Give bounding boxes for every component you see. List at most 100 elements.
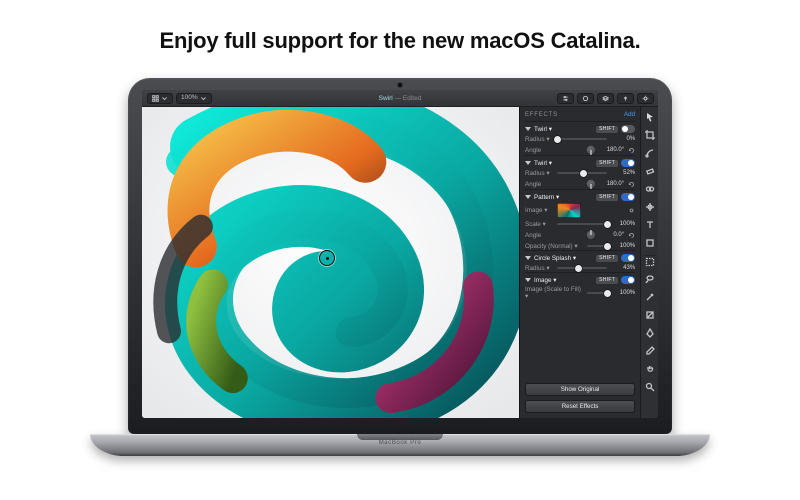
settings-button[interactable] [637,93,654,104]
effect-row: Radius ▾ 0% [525,135,635,143]
slider[interactable] [557,264,607,272]
effect-name: Twirl ▾ [534,126,593,133]
effect-row: Image (Scale to Fill) ▾100% [525,286,635,300]
crop-tool[interactable] [644,129,656,141]
effects-panel: EFFECTS Add Twirl ▾SHIFTRadius ▾0%Angle1… [520,107,640,418]
row-label: Angle [525,147,553,154]
wand-tool[interactable] [644,291,656,303]
rotate-icon[interactable] [628,232,635,239]
angle-dial[interactable] [586,230,596,240]
rotate-icon[interactable] [628,147,635,154]
canvas[interactable] [142,107,519,418]
clone-tool[interactable] [644,183,656,195]
marquee-tool[interactable] [644,255,656,267]
effect-block: Twirl ▾SHIFT Radius ▾52% Angle 180.0° [525,155,635,189]
shortcut-chip: SHIFT [596,126,618,133]
row-value: 100% [611,221,635,227]
row-value: 0% [611,136,635,142]
effect-block: Image ▾SHIFT Image (Scale to Fill) ▾100% [525,272,635,300]
hand-tool[interactable] [644,363,656,375]
effect-name: Twirl ▾ [534,160,593,167]
app-toolbar: 100% Swirl — Edited [142,90,658,107]
disclosure-icon[interactable] [525,161,531,165]
grid-icon [152,95,159,102]
row-value: 180.0° [600,181,624,187]
shape-tool[interactable] [644,237,656,249]
laptop-base: MacBook Pro [90,434,710,456]
rotate-icon[interactable] [628,181,635,188]
row-label: Angle [525,232,553,239]
angle-dial[interactable] [586,179,596,189]
effect-row: Radius ▾52% [525,169,635,177]
effect-toggle[interactable] [621,159,635,167]
row-label: Radius ▾ [525,136,553,143]
slider[interactable] [557,135,607,143]
disclosure-icon[interactable] [525,127,531,131]
effect-row: Scale ▾ 100% [525,220,635,228]
slider[interactable] [587,289,607,297]
color-picker-button[interactable] [577,93,594,104]
slider[interactable] [557,220,607,228]
shortcut-chip: SHIFT [596,160,618,167]
row-label: Opacity (Normal) ▾ [525,243,583,250]
shortcut-chip: SHIFT [596,277,618,284]
effect-row: Radius ▾ 43% [525,264,635,272]
gear-icon[interactable] [628,207,635,214]
shortcut-chip: SHIFT [596,255,618,262]
arrow-tool[interactable] [644,111,656,123]
app-window: 100% Swirl — Edited [142,90,658,418]
effect-name: Image ▾ [534,277,593,284]
effect-toggle[interactable] [621,193,635,201]
effect-toggle[interactable] [621,125,635,133]
row-label: Radius ▾ [525,170,553,177]
disclosure-icon[interactable] [525,195,531,199]
effect-row: Angle 180.0° [525,179,635,189]
effect-block: Circle Splash ▾SHIFTRadius ▾43% [525,250,635,272]
angle-dial[interactable] [586,145,596,155]
eyedropper-tool[interactable] [644,345,656,357]
disclosure-icon[interactable] [525,278,531,282]
chevron-down-icon [200,95,207,102]
lasso-tool[interactable] [644,273,656,285]
gear-icon [642,95,649,102]
effect-row: Opacity (Normal) ▾100% [525,242,635,250]
slider[interactable] [587,242,607,250]
effect-block: Pattern ▾SHIFTImage ▾Scale ▾100%Angle0.0… [525,189,635,250]
pen-tool[interactable] [644,327,656,339]
show-original-button[interactable]: Show Original [525,383,635,396]
layers-button[interactable] [597,93,614,104]
image-thumbnail[interactable] [557,203,581,218]
slider[interactable] [557,169,607,177]
row-label: Radius ▾ [525,265,553,272]
share-button[interactable] [617,93,634,104]
zoom-tool[interactable] [644,381,656,393]
row-value: 100% [611,290,635,296]
row-value: 43% [611,265,635,271]
text-tool[interactable] [644,219,656,231]
layers-icon [602,95,609,102]
tool-group-1[interactable] [557,93,574,104]
effect-row: Angle 180.0° [525,145,635,155]
row-label: Angle [525,181,553,188]
zoom-value: 100% [181,95,198,102]
chevron-down-icon [161,95,168,102]
row-label: Scale ▾ [525,221,553,228]
add-effect-button[interactable]: Add [624,111,635,118]
view-mode-button[interactable] [147,93,173,104]
disclosure-icon[interactable] [525,256,531,260]
effect-toggle[interactable] [621,276,635,284]
gradient-tool[interactable] [644,309,656,321]
reset-effects-button[interactable]: Reset Effects [525,400,635,413]
row-label: Image ▾ [525,207,553,214]
effect-toggle[interactable] [621,254,635,262]
share-icon [622,95,629,102]
page-headline: Enjoy full support for the new macOS Cat… [0,28,800,54]
camera-dot [398,83,402,87]
row-value: 0.0° [600,232,624,238]
repair-tool[interactable] [644,201,656,213]
paint-tool[interactable] [644,147,656,159]
erase-tool[interactable] [644,165,656,177]
row-value: 180.0° [600,147,624,153]
effect-block: Twirl ▾SHIFT Radius ▾ 0% Angle 180.0° [525,121,635,155]
zoom-control[interactable]: 100% [176,93,212,104]
